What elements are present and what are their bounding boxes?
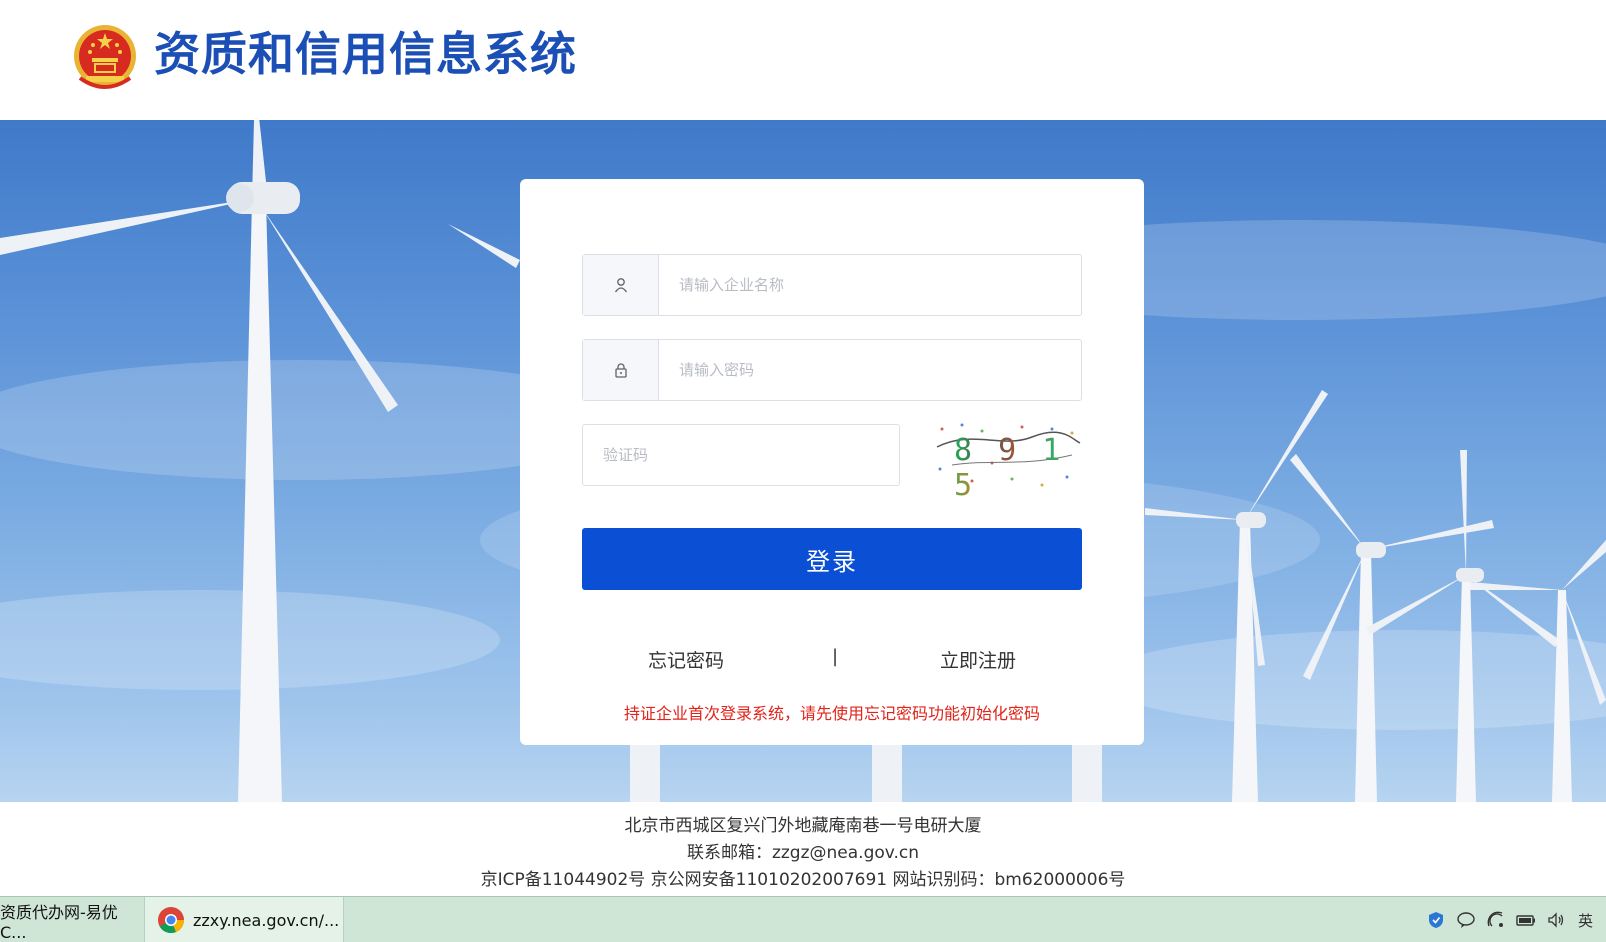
site-title: 资质和信用信息系统 <box>154 27 577 81</box>
login-card: 8 9 1 5 登录 忘记密码 | 立即注册 持证企业首次登录系统，请先使用忘记… <box>520 179 1144 745</box>
footer-address: 北京市西城区复兴门外地藏庵南巷一号电研大厦 <box>624 816 982 836</box>
password-input[interactable] <box>659 340 1081 400</box>
taskbar-item-2[interactable]: zzxy.nea.gov.cn/... <box>144 897 344 942</box>
footer-email: 联系邮箱：zzgz@nea.gov.cn <box>686 843 920 863</box>
taskbar-item-1[interactable]: 资质代办网-易优C... <box>0 897 142 942</box>
username-field <box>582 254 1082 316</box>
national-emblem-icon <box>74 25 136 89</box>
chat-icon[interactable] <box>1456 910 1476 930</box>
login-links: 忘记密码 | 立即注册 <box>582 646 1082 676</box>
battery-icon[interactable] <box>1516 910 1536 930</box>
captcha-field <box>582 424 900 486</box>
forgot-password-link[interactable]: 忘记密码 <box>648 646 724 673</box>
volume-icon[interactable] <box>1546 910 1566 930</box>
username-input[interactable] <box>659 255 1081 315</box>
password-field <box>582 339 1082 401</box>
register-link[interactable]: 立即注册 <box>940 646 1016 673</box>
first-login-notice: 持证企业首次登录系统，请先使用忘记密码功能初始化密码 <box>623 704 1040 723</box>
lock-icon <box>583 340 659 400</box>
system-tray: 英 <box>1426 907 1596 933</box>
user-icon <box>583 255 659 315</box>
captcha-text: 8 9 1 5 <box>954 433 1065 503</box>
taskbar-item-2-label: zzxy.nea.gov.cn/... <box>193 910 340 930</box>
ime-icon[interactable]: 英 <box>1576 910 1596 930</box>
captcha-input[interactable] <box>583 425 899 485</box>
link-separator: | <box>832 646 839 667</box>
chrome-icon <box>158 907 184 934</box>
site-footer: 北京市西城区复兴门外地藏庵南巷一号电研大厦 联系邮箱：zzgz@nea.gov.… <box>0 802 1606 896</box>
wifi-icon[interactable] <box>1486 910 1506 930</box>
os-taskbar: 资质代办网-易优C... zzxy.nea.gov.cn/... 英 <box>0 896 1606 942</box>
taskbar-item-1-label: 资质代办网-易优C... <box>0 902 118 942</box>
svg-text:英: 英 <box>1578 912 1593 930</box>
site-header: 资质和信用信息系统 <box>0 0 1606 120</box>
captcha-image[interactable]: 8 9 1 5 <box>932 419 1082 503</box>
footer-icp: 京ICP备11044902号 京公网安备11010202007691 网站识别码… <box>480 870 1126 890</box>
shield-icon[interactable] <box>1426 910 1446 930</box>
login-button[interactable]: 登录 <box>582 528 1082 590</box>
